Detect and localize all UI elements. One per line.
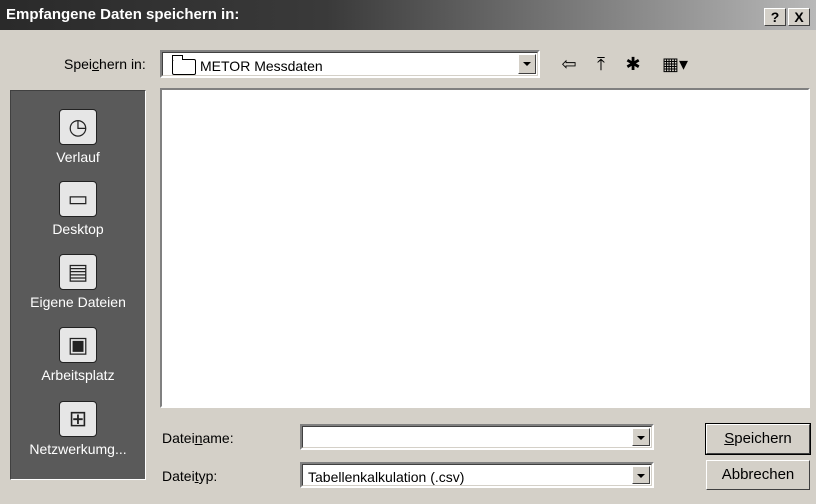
place-desktop[interactable]: ▭ Desktop: [11, 181, 145, 237]
place-history[interactable]: ◷ Verlauf: [11, 109, 145, 165]
window-title: Empfangene Daten speichern in:: [6, 6, 240, 23]
places-bar: ◷ Verlauf ▭ Desktop ▤ Eigene Dateien ▣ A…: [10, 90, 146, 480]
place-network[interactable]: ⊞ Netzwerkumg...: [11, 401, 145, 457]
back-icon[interactable]: ⇦: [556, 52, 582, 76]
filename-input[interactable]: [300, 424, 654, 450]
chevron-down-icon[interactable]: [632, 466, 650, 484]
history-icon: ◷: [59, 109, 97, 145]
network-icon: ⊞: [59, 401, 97, 437]
filetype-value: Tabellenkalkulation (.csv): [308, 469, 465, 485]
new-folder-icon[interactable]: ✱: [620, 52, 646, 76]
place-my-computer[interactable]: ▣ Arbeitsplatz: [11, 327, 145, 383]
my-computer-icon: ▣: [59, 327, 97, 363]
save-in-value: METOR Messdaten: [200, 58, 323, 74]
chevron-down-icon[interactable]: [518, 54, 536, 74]
filename-label: Dateiname:: [162, 430, 234, 446]
cancel-button[interactable]: Abbrechen: [706, 460, 810, 490]
my-documents-icon: ▤: [59, 254, 97, 290]
help-button[interactable]: ?: [764, 8, 786, 26]
place-my-documents[interactable]: ▤ Eigene Dateien: [11, 254, 145, 310]
filetype-dropdown[interactable]: Tabellenkalkulation (.csv): [300, 462, 654, 488]
file-list[interactable]: [160, 88, 810, 408]
save-in-dropdown[interactable]: METOR Messdaten: [160, 50, 540, 78]
save-button[interactable]: Speichern: [705, 423, 811, 455]
title-bar: Empfangene Daten speichern in: ? X: [0, 0, 816, 30]
save-in-label: Speichern in:: [64, 56, 146, 72]
up-one-level-icon[interactable]: ⤒: [588, 52, 614, 76]
filetype-label: Dateityp:: [162, 468, 218, 484]
close-button[interactable]: X: [788, 8, 810, 26]
views-menu-icon[interactable]: ▦▾: [654, 52, 696, 76]
desktop-icon: ▭: [59, 181, 97, 217]
chevron-down-icon[interactable]: [632, 428, 650, 446]
folder-icon: [172, 55, 196, 75]
